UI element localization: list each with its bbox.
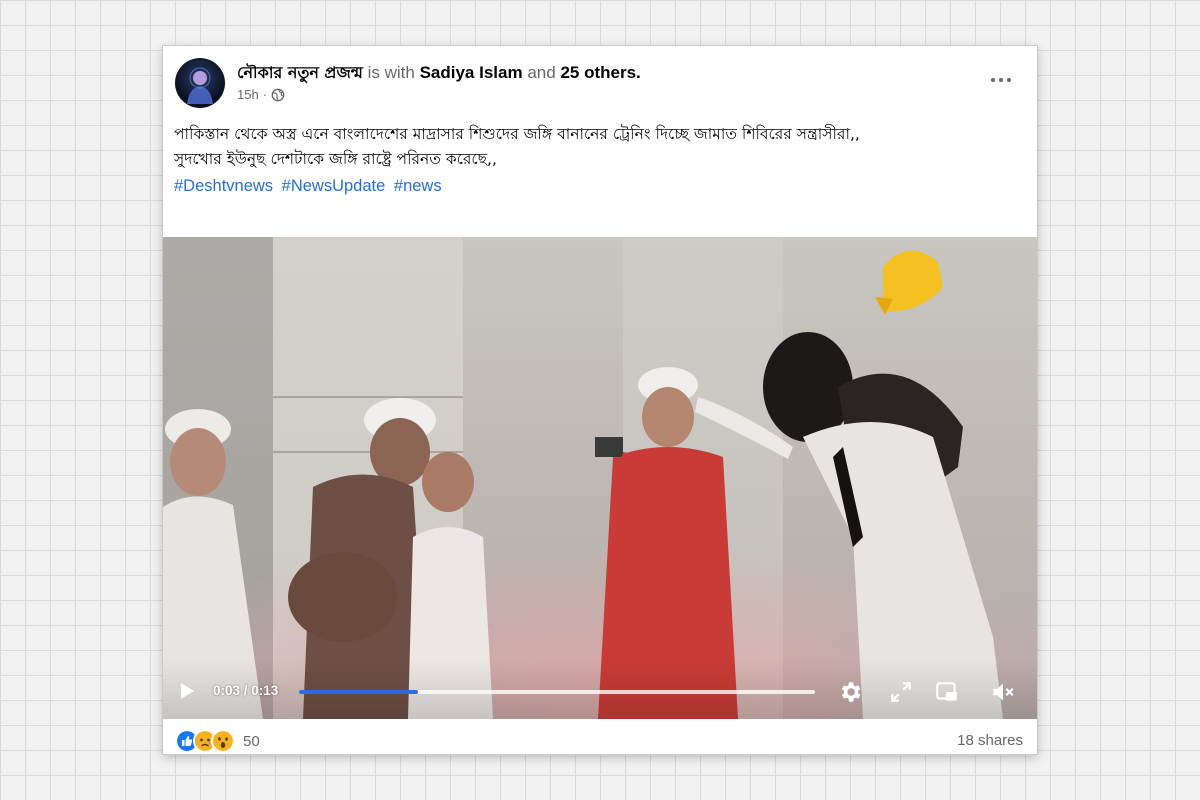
video-controls: 0:03 / 0:13 bbox=[163, 659, 1037, 719]
hashtag-list: #Deshtvnews #NewsUpdate #news bbox=[174, 174, 1024, 199]
hashtag-link[interactable]: #Deshtvnews bbox=[174, 177, 273, 195]
play-icon[interactable] bbox=[177, 681, 197, 701]
post-timestamp[interactable]: 15h bbox=[237, 87, 259, 102]
reaction-count: 50 bbox=[243, 732, 260, 750]
duration: 0:13 bbox=[251, 683, 279, 698]
tagged-user[interactable]: Sadiya Islam bbox=[420, 63, 523, 82]
globe-icon bbox=[271, 88, 285, 101]
video-frame bbox=[163, 237, 1037, 719]
video-time: 0:03 / 0:13 bbox=[213, 683, 278, 698]
settings-icon[interactable] bbox=[837, 679, 863, 705]
progress-bar[interactable] bbox=[299, 690, 815, 694]
others-link[interactable]: 25 others. bbox=[560, 63, 640, 82]
shares-count[interactable]: 18 shares bbox=[957, 732, 1023, 749]
post-card: নৌকার নতুন প্রজন্ম is with Sadiya Islam … bbox=[163, 46, 1037, 754]
current-time: 0:03 bbox=[213, 683, 241, 698]
post-header: নৌকার নতুন প্রজন্ম is with Sadiya Islam … bbox=[163, 46, 1037, 236]
dot bbox=[1007, 78, 1011, 82]
video-player[interactable]: 0:03 / 0:13 bbox=[163, 237, 1037, 719]
post-text-line1: পাকিস্তান থেকে অস্ত্র এনে বাংলাদেশের মাদ… bbox=[174, 125, 860, 143]
reaction-summary[interactable]: 50 bbox=[175, 729, 260, 753]
dot bbox=[999, 78, 1003, 82]
mute-icon[interactable] bbox=[990, 679, 1016, 705]
separator-dot: · bbox=[262, 87, 268, 102]
fullscreen-icon[interactable] bbox=[888, 679, 914, 705]
author-line: নৌকার নতুন প্রজন্ম is with Sadiya Islam … bbox=[237, 60, 641, 87]
progress-fill bbox=[299, 690, 418, 694]
post-text-line2: সুদখোর ইউনুছ দেশটাকে জঙ্গি রাষ্ট্রে পরিন… bbox=[174, 150, 497, 168]
wow-icon bbox=[211, 729, 235, 753]
page-name[interactable]: নৌকার নতুন প্রজন্ম bbox=[237, 63, 363, 82]
avatar-image bbox=[187, 67, 213, 104]
more-options-icon[interactable] bbox=[983, 66, 1019, 94]
avatar[interactable] bbox=[175, 58, 225, 108]
post-meta: 15h · bbox=[237, 87, 285, 102]
time-separator: / bbox=[240, 683, 252, 698]
hashtag-link[interactable]: #news bbox=[394, 177, 442, 195]
post-footer: 50 18 shares bbox=[163, 719, 1037, 754]
and-text: and bbox=[527, 63, 556, 82]
dot bbox=[991, 78, 995, 82]
is-with-text: is with bbox=[367, 63, 415, 82]
picture-in-picture-icon[interactable] bbox=[934, 679, 960, 705]
hashtag-link[interactable]: #NewsUpdate bbox=[282, 177, 386, 195]
post-text: পাকিস্তান থেকে অস্ত্র এনে বাংলাদেশের মাদ… bbox=[174, 122, 1024, 199]
